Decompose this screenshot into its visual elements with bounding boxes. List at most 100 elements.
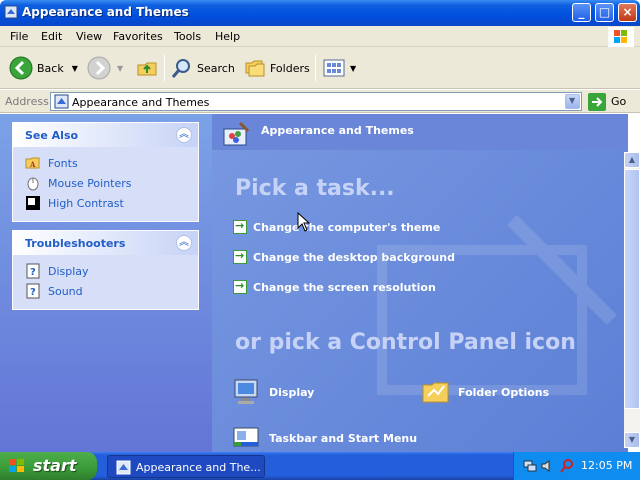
task-change-resolution-label: Change the screen resolution (253, 280, 436, 294)
cp-item-taskbar-label: Taskbar and Start Menu (269, 431, 418, 445)
menu-edit[interactable]: Edit (41, 30, 62, 43)
forward-button[interactable]: ▼ (87, 56, 123, 80)
folder-up-icon (137, 62, 157, 76)
chevron-down-icon: ▼ (569, 96, 576, 105)
scroll-up-button[interactable]: ▲ (624, 152, 640, 168)
volume-icon[interactable] (540, 458, 556, 474)
close-button[interactable]: × (618, 3, 637, 22)
pick-task-heading: Pick a task... (235, 176, 395, 201)
mouse-icon (27, 177, 39, 191)
up-button[interactable] (136, 57, 158, 79)
search-button[interactable]: Search (171, 57, 235, 79)
collapse-icon[interactable]: ︽ (176, 127, 192, 143)
category-pane: Appearance and Themes Pick a task... Cha… (212, 114, 628, 452)
troubleshooters-header[interactable]: Troubleshooters ︽ (13, 231, 198, 255)
task-arrow-icon (233, 219, 247, 234)
see-also-high-contrast-label: High Contrast (48, 196, 124, 210)
folder-options-icon (422, 382, 449, 403)
help-icon: ? (26, 263, 40, 279)
task-change-theme[interactable]: Change the computer's theme (233, 219, 440, 235)
windows-logo-icon (9, 459, 24, 472)
address-input[interactable]: Appearance and Themes ▼ (50, 92, 582, 111)
taskbar: start Appearance and The... 12:05 PM (0, 452, 640, 480)
clock[interactable]: 12:05 PM (581, 459, 632, 472)
task-change-background[interactable]: Change the desktop background (233, 249, 455, 265)
start-label: start (33, 456, 77, 475)
task-pane: See Also ︽ A Fonts Mouse Pointers High C… (0, 114, 212, 452)
views-icon (323, 59, 345, 77)
taskbar-window-button[interactable]: Appearance and The... (107, 455, 265, 478)
search-label: Search (197, 61, 235, 75)
folder-icon: A (25, 157, 40, 169)
collapse-icon[interactable]: ︽ (176, 235, 192, 251)
toolbar: Back ▼ ▼ Search Folders ▼ (0, 47, 640, 89)
troubleshooter-display-label: Display (48, 264, 89, 278)
folders-label: Folders (270, 61, 310, 75)
go-label: Go (611, 95, 627, 108)
go-arrow-icon (588, 92, 606, 111)
control-panel-icon (116, 460, 131, 475)
magnifier-icon[interactable] (559, 458, 575, 474)
see-also-mouse-pointers[interactable]: Mouse Pointers (25, 173, 198, 193)
scroll-down-button[interactable]: ▼ (624, 432, 640, 448)
see-also-header[interactable]: See Also ︽ (13, 123, 198, 147)
task-arrow-icon (233, 279, 247, 294)
see-also-fonts-label: Fonts (48, 156, 78, 170)
maximize-button[interactable]: □ (595, 3, 614, 22)
views-button[interactable]: ▼ (322, 57, 356, 79)
address-value: Appearance and Themes (72, 96, 210, 109)
svg-text:?: ? (30, 287, 36, 298)
task-change-background-label: Change the desktop background (253, 250, 455, 264)
mouse-cursor-icon (297, 212, 311, 232)
folders-icon (245, 60, 265, 77)
svg-text:A: A (29, 160, 36, 169)
cp-item-taskbar[interactable]: Taskbar and Start Menu (231, 421, 417, 452)
menu-file[interactable]: File (10, 30, 28, 43)
address-dropdown-button[interactable]: ▼ (565, 94, 580, 109)
task-arrow-icon (233, 249, 247, 264)
menu-bar: File Edit View Favorites Tools Help (0, 26, 640, 47)
appearance-themes-icon (223, 121, 250, 146)
troubleshooters-title: Troubleshooters (25, 237, 126, 250)
search-icon (171, 59, 190, 78)
control-panel-icon (54, 94, 69, 109)
cp-item-folder-options-label: Folder Options (458, 385, 550, 399)
chevron-down-icon[interactable]: ▼ (350, 64, 356, 73)
control-panel-icon (4, 5, 18, 19)
scroll-thumb[interactable] (624, 169, 640, 409)
chevron-down-icon[interactable]: ▼ (117, 64, 123, 73)
cp-item-display-label: Display (269, 385, 315, 399)
chevron-down-icon[interactable]: ▼ (72, 64, 78, 73)
system-tray: 12:05 PM (513, 452, 640, 480)
contrast-icon (26, 196, 40, 210)
minimize-button[interactable]: _ (572, 3, 591, 22)
see-also-panel: See Also ︽ A Fonts Mouse Pointers High C… (12, 122, 199, 222)
address-bar: Address Appearance and Themes ▼ Go (0, 90, 640, 113)
pick-icon-heading: or pick a Control Panel icon (235, 330, 576, 355)
cp-item-folder-options[interactable]: Folder Options (420, 375, 549, 409)
forward-arrow-icon (87, 56, 111, 80)
folders-button[interactable]: Folders (244, 57, 310, 79)
menu-tools[interactable]: Tools (174, 30, 201, 43)
troubleshooter-display[interactable]: ? Display (25, 261, 198, 281)
troubleshooter-sound[interactable]: ? Sound (25, 281, 198, 301)
category-header: Appearance and Themes (212, 114, 628, 150)
vertical-scrollbar[interactable]: ▲ ▼ (624, 152, 640, 448)
back-arrow-icon (9, 56, 33, 80)
menu-view[interactable]: View (76, 30, 102, 43)
taskbar-window-label: Appearance and The... (136, 461, 261, 474)
network-icon[interactable] (522, 458, 538, 474)
see-also-high-contrast[interactable]: High Contrast (25, 193, 198, 213)
task-change-resolution[interactable]: Change the screen resolution (233, 279, 436, 295)
category-title: Appearance and Themes (261, 124, 414, 137)
start-button[interactable]: start (0, 452, 97, 480)
menu-favorites[interactable]: Favorites (113, 30, 163, 43)
menu-help[interactable]: Help (215, 30, 240, 43)
go-button[interactable]: Go (588, 92, 626, 111)
see-also-fonts[interactable]: A Fonts (25, 153, 198, 173)
svg-text:?: ? (30, 267, 36, 278)
back-button[interactable]: Back ▼ (9, 56, 78, 80)
address-label: Address (5, 95, 49, 108)
cp-item-display[interactable]: Display (231, 375, 314, 409)
see-also-title: See Also (25, 129, 79, 142)
